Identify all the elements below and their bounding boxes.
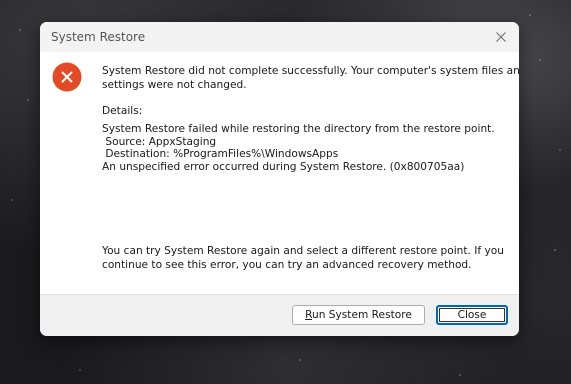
run-system-restore-label-rest: un System Restore (312, 309, 412, 321)
run-system-restore-button[interactable]: Run System Restore (292, 305, 425, 325)
dialog-title: System Restore (51, 30, 146, 44)
error-icon (52, 62, 82, 92)
button-bar: Run System Restore Close (40, 294, 519, 336)
advice-line-1: You can try System Restore again and sel… (102, 245, 504, 257)
details-source: Source: AppxStaging (102, 135, 217, 148)
error-message-line-1: System Restore did not complete successf… (102, 65, 519, 77)
close-icon[interactable] (489, 25, 513, 49)
error-message: System Restore did not complete successf… (102, 64, 519, 92)
details-destination: Destination: %ProgramFiles%\WindowsApps (102, 148, 339, 160)
details-heading: Details: (102, 105, 143, 117)
mnemonic-r: R (305, 309, 312, 321)
title-bar: System Restore (40, 22, 519, 52)
advice-line-2: continue to see this error, you can try … (102, 259, 472, 271)
run-system-restore-label: Run System Restore (305, 309, 412, 321)
details-error-code: An unspecified error occurred during Sys… (102, 160, 465, 173)
close-button[interactable]: Close (436, 305, 508, 325)
details-line: System Restore failed while restoring th… (102, 123, 495, 135)
system-restore-dialog: System Restore System Restore did not co… (40, 22, 519, 336)
error-message-line-2: settings were not changed. (102, 79, 247, 91)
details-text: System Restore failed while restoring th… (102, 123, 495, 173)
close-button-label: Close (457, 309, 487, 321)
advice-message: You can try System Restore again and sel… (102, 244, 504, 272)
